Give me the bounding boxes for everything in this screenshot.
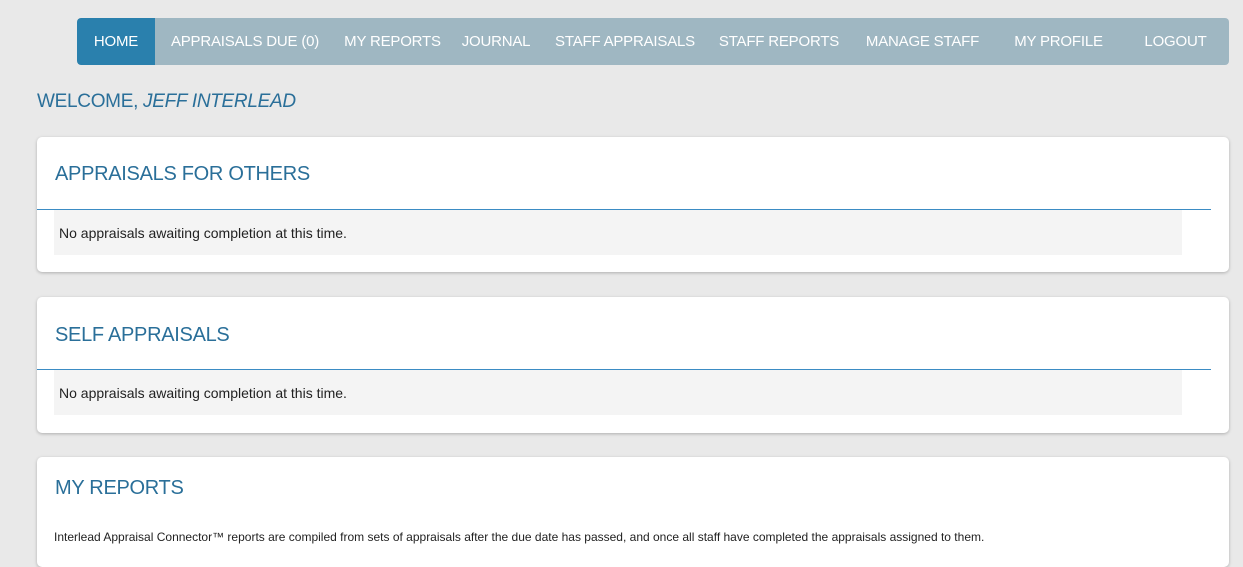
self-appraisals-panel: SELF APPRAISALS No appraisals awaiting c…: [37, 297, 1229, 433]
user-name: JEFF INTERLEAD: [143, 91, 296, 112]
nav-my-reports[interactable]: MY REPORTS: [335, 18, 450, 65]
welcome-heading: WELCOME, JEFF INTERLEAD: [37, 91, 296, 113]
nav-staff-appraisals[interactable]: STAFF APPRAISALS: [542, 18, 708, 65]
appraisals-for-others-panel: APPRAISALS FOR OTHERS No appraisals awai…: [37, 137, 1229, 272]
nav-home[interactable]: HOME: [77, 18, 155, 65]
nav-my-profile[interactable]: MY PROFILE: [995, 18, 1122, 65]
empty-message: No appraisals awaiting completion at thi…: [54, 370, 1182, 415]
nav-appraisals-due[interactable]: APPRAISALS DUE (0): [155, 18, 335, 65]
panel-title: SELF APPRAISALS: [55, 324, 230, 346]
main-nav: HOME APPRAISALS DUE (0) MY REPORTS JOURN…: [77, 18, 1229, 65]
panel-title: MY REPORTS: [55, 477, 184, 499]
empty-message: No appraisals awaiting completion at thi…: [54, 210, 1182, 255]
nav-logout[interactable]: LOGOUT: [1122, 18, 1229, 65]
nav-manage-staff[interactable]: MANAGE STAFF: [850, 18, 995, 65]
nav-staff-reports[interactable]: STAFF REPORTS: [708, 18, 850, 65]
welcome-prefix: WELCOME,: [37, 91, 144, 112]
nav-journal[interactable]: JOURNAL: [450, 18, 542, 65]
reports-description: Interlead Appraisal Connector™ reports a…: [54, 530, 985, 544]
my-reports-panel: MY REPORTS Interlead Appraisal Connector…: [37, 457, 1229, 567]
panel-title: APPRAISALS FOR OTHERS: [55, 163, 310, 185]
